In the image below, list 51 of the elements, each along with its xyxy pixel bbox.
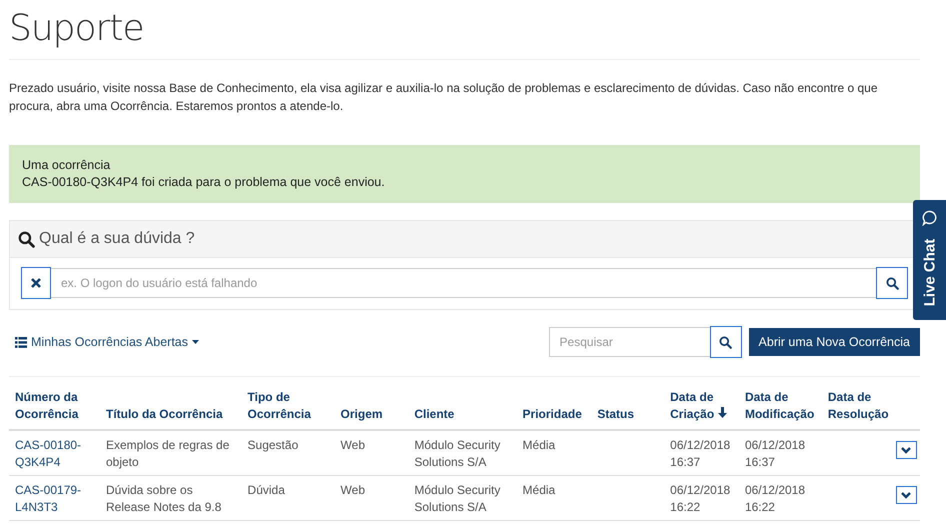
search-field[interactable]: ex. O logon do usuário está falhando (51, 268, 876, 298)
table-cell: Sugestão (242, 430, 335, 476)
search-field[interactable]: Pesquisar (548, 327, 710, 357)
panel-title: Qual é a sua dúvida ? (39, 230, 195, 248)
column-header[interactable]: Status (591, 389, 664, 430)
table-cell: 06/12/2018 16:22 (664, 476, 739, 520)
column-header[interactable]: Cliente (408, 389, 517, 430)
table-cell: Web (334, 430, 408, 476)
caret-icon (192, 340, 200, 344)
table-cell: Média (516, 430, 592, 476)
alert-message: CAS-00180-Q3K4P4 foi criada para o problema que você enviou. (22, 174, 386, 191)
clear-button[interactable] (21, 267, 51, 299)
table-cell: Módulo Security Solutions S/A (408, 430, 517, 476)
table-cell: Web (334, 476, 408, 520)
live-chat-tab[interactable]: Live Chat (913, 200, 946, 320)
chevron-down-icon (901, 492, 912, 498)
table-cell: 06/12/2018 16:37 (664, 430, 739, 476)
row-menu-button[interactable] (896, 486, 917, 504)
search-icon (719, 336, 732, 348)
table-cell: Dúvida sobre os Release Notes da 9.8 (100, 476, 242, 520)
table-cell: 06/12/2018 16:37 (738, 430, 822, 476)
table-cell: Exemplos de regras de objeto (100, 430, 242, 476)
table-cell: Dúvida (242, 476, 335, 520)
column-header[interactable]: Título da Ocorrência (100, 389, 242, 430)
chevron-down-icon (901, 446, 912, 454)
view-dropdown[interactable]: Minhas Ocorrências Abertas (9, 335, 200, 349)
intro-text: Prezado usuário, visite nossa Base de Conhecimento, ela visa agilizar e auxilia-lo na solução de problemas e esclarecimento de dúvidas. Caso não encontre o que procura, abra uma Ocorrência. Estaremos prontos a atende-lo. (9, 80, 879, 115)
case-number-link[interactable]: CAS-00179-L4N3T3 (9, 476, 100, 520)
page-title: Suporte (9, 0, 920, 60)
search-button[interactable] (876, 267, 908, 299)
table-cell: 06/12/2018 16:22 (738, 476, 822, 520)
search-button[interactable] (710, 326, 742, 358)
column-header[interactable]: Tipo de Ocorrência (242, 389, 335, 430)
column-header[interactable]: Data de Resolução (822, 389, 896, 430)
case-number-link[interactable]: CAS-00180-Q3K4P4 (9, 430, 100, 476)
sort-down-icon (718, 407, 727, 418)
new-case-button[interactable]: Abrir uma Nova Ocorrência (748, 328, 920, 356)
search-icon (18, 230, 35, 248)
column-header[interactable]: Número da Ocorrência (9, 389, 100, 430)
chat-bubble-icon (922, 210, 938, 226)
row-menu-button[interactable] (896, 441, 917, 459)
table-cell: Média (516, 476, 592, 520)
column-header[interactable]: Data de Modificação (738, 389, 822, 430)
close-icon (31, 278, 41, 288)
column-header[interactable]: Origem (334, 389, 408, 430)
list-icon (15, 336, 27, 348)
alert-heading: Uma ocorrência (22, 157, 112, 174)
column-header[interactable]: Prioridade (516, 389, 592, 430)
column-header[interactable]: Data de Criação (664, 389, 739, 430)
table-cell: Módulo Security Solutions S/A (408, 476, 517, 520)
search-icon (886, 276, 898, 290)
